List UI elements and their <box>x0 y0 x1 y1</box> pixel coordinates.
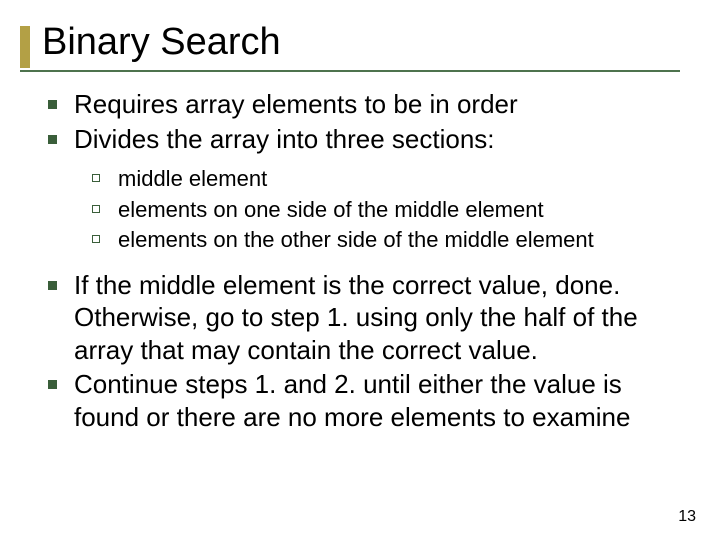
square-bullet-icon <box>48 281 57 290</box>
page-number: 13 <box>678 508 696 526</box>
open-square-bullet-icon <box>92 205 100 213</box>
list-item: Requires array elements to be in order <box>46 88 690 121</box>
slide: Binary Search Requires array elements to… <box>0 0 720 540</box>
list-item-text: elements on one side of the middle eleme… <box>118 197 544 222</box>
list-item: If the middle element is the correct val… <box>46 269 690 367</box>
open-square-bullet-icon <box>92 174 100 182</box>
body-content: Requires array elements to be in order D… <box>46 88 690 435</box>
list-item-text: middle element <box>118 166 267 191</box>
square-bullet-icon <box>48 135 57 144</box>
list-item: Divides the array into three sections: <box>46 123 690 156</box>
sub-list: middle element elements on one side of t… <box>90 165 690 255</box>
list-item: elements on the other side of the middle… <box>90 226 690 255</box>
list-item: middle element <box>90 165 690 194</box>
list-item-text: Requires array elements to be in order <box>74 89 518 119</box>
list-item-text: Continue steps 1. and 2. until either th… <box>74 369 630 432</box>
title-underline <box>20 70 680 72</box>
slide-title: Binary Search <box>42 22 700 64</box>
title-block: Binary Search <box>20 22 700 72</box>
list-item-text: Divides the array into three sections: <box>74 124 495 154</box>
square-bullet-icon <box>48 100 57 109</box>
list-item-text: If the middle element is the correct val… <box>74 270 638 365</box>
list-item: elements on one side of the middle eleme… <box>90 196 690 225</box>
list-item-text: elements on the other side of the middle… <box>118 227 594 252</box>
list-item: Continue steps 1. and 2. until either th… <box>46 368 690 433</box>
title-accent-bar <box>20 26 30 68</box>
square-bullet-icon <box>48 380 57 389</box>
open-square-bullet-icon <box>92 235 100 243</box>
